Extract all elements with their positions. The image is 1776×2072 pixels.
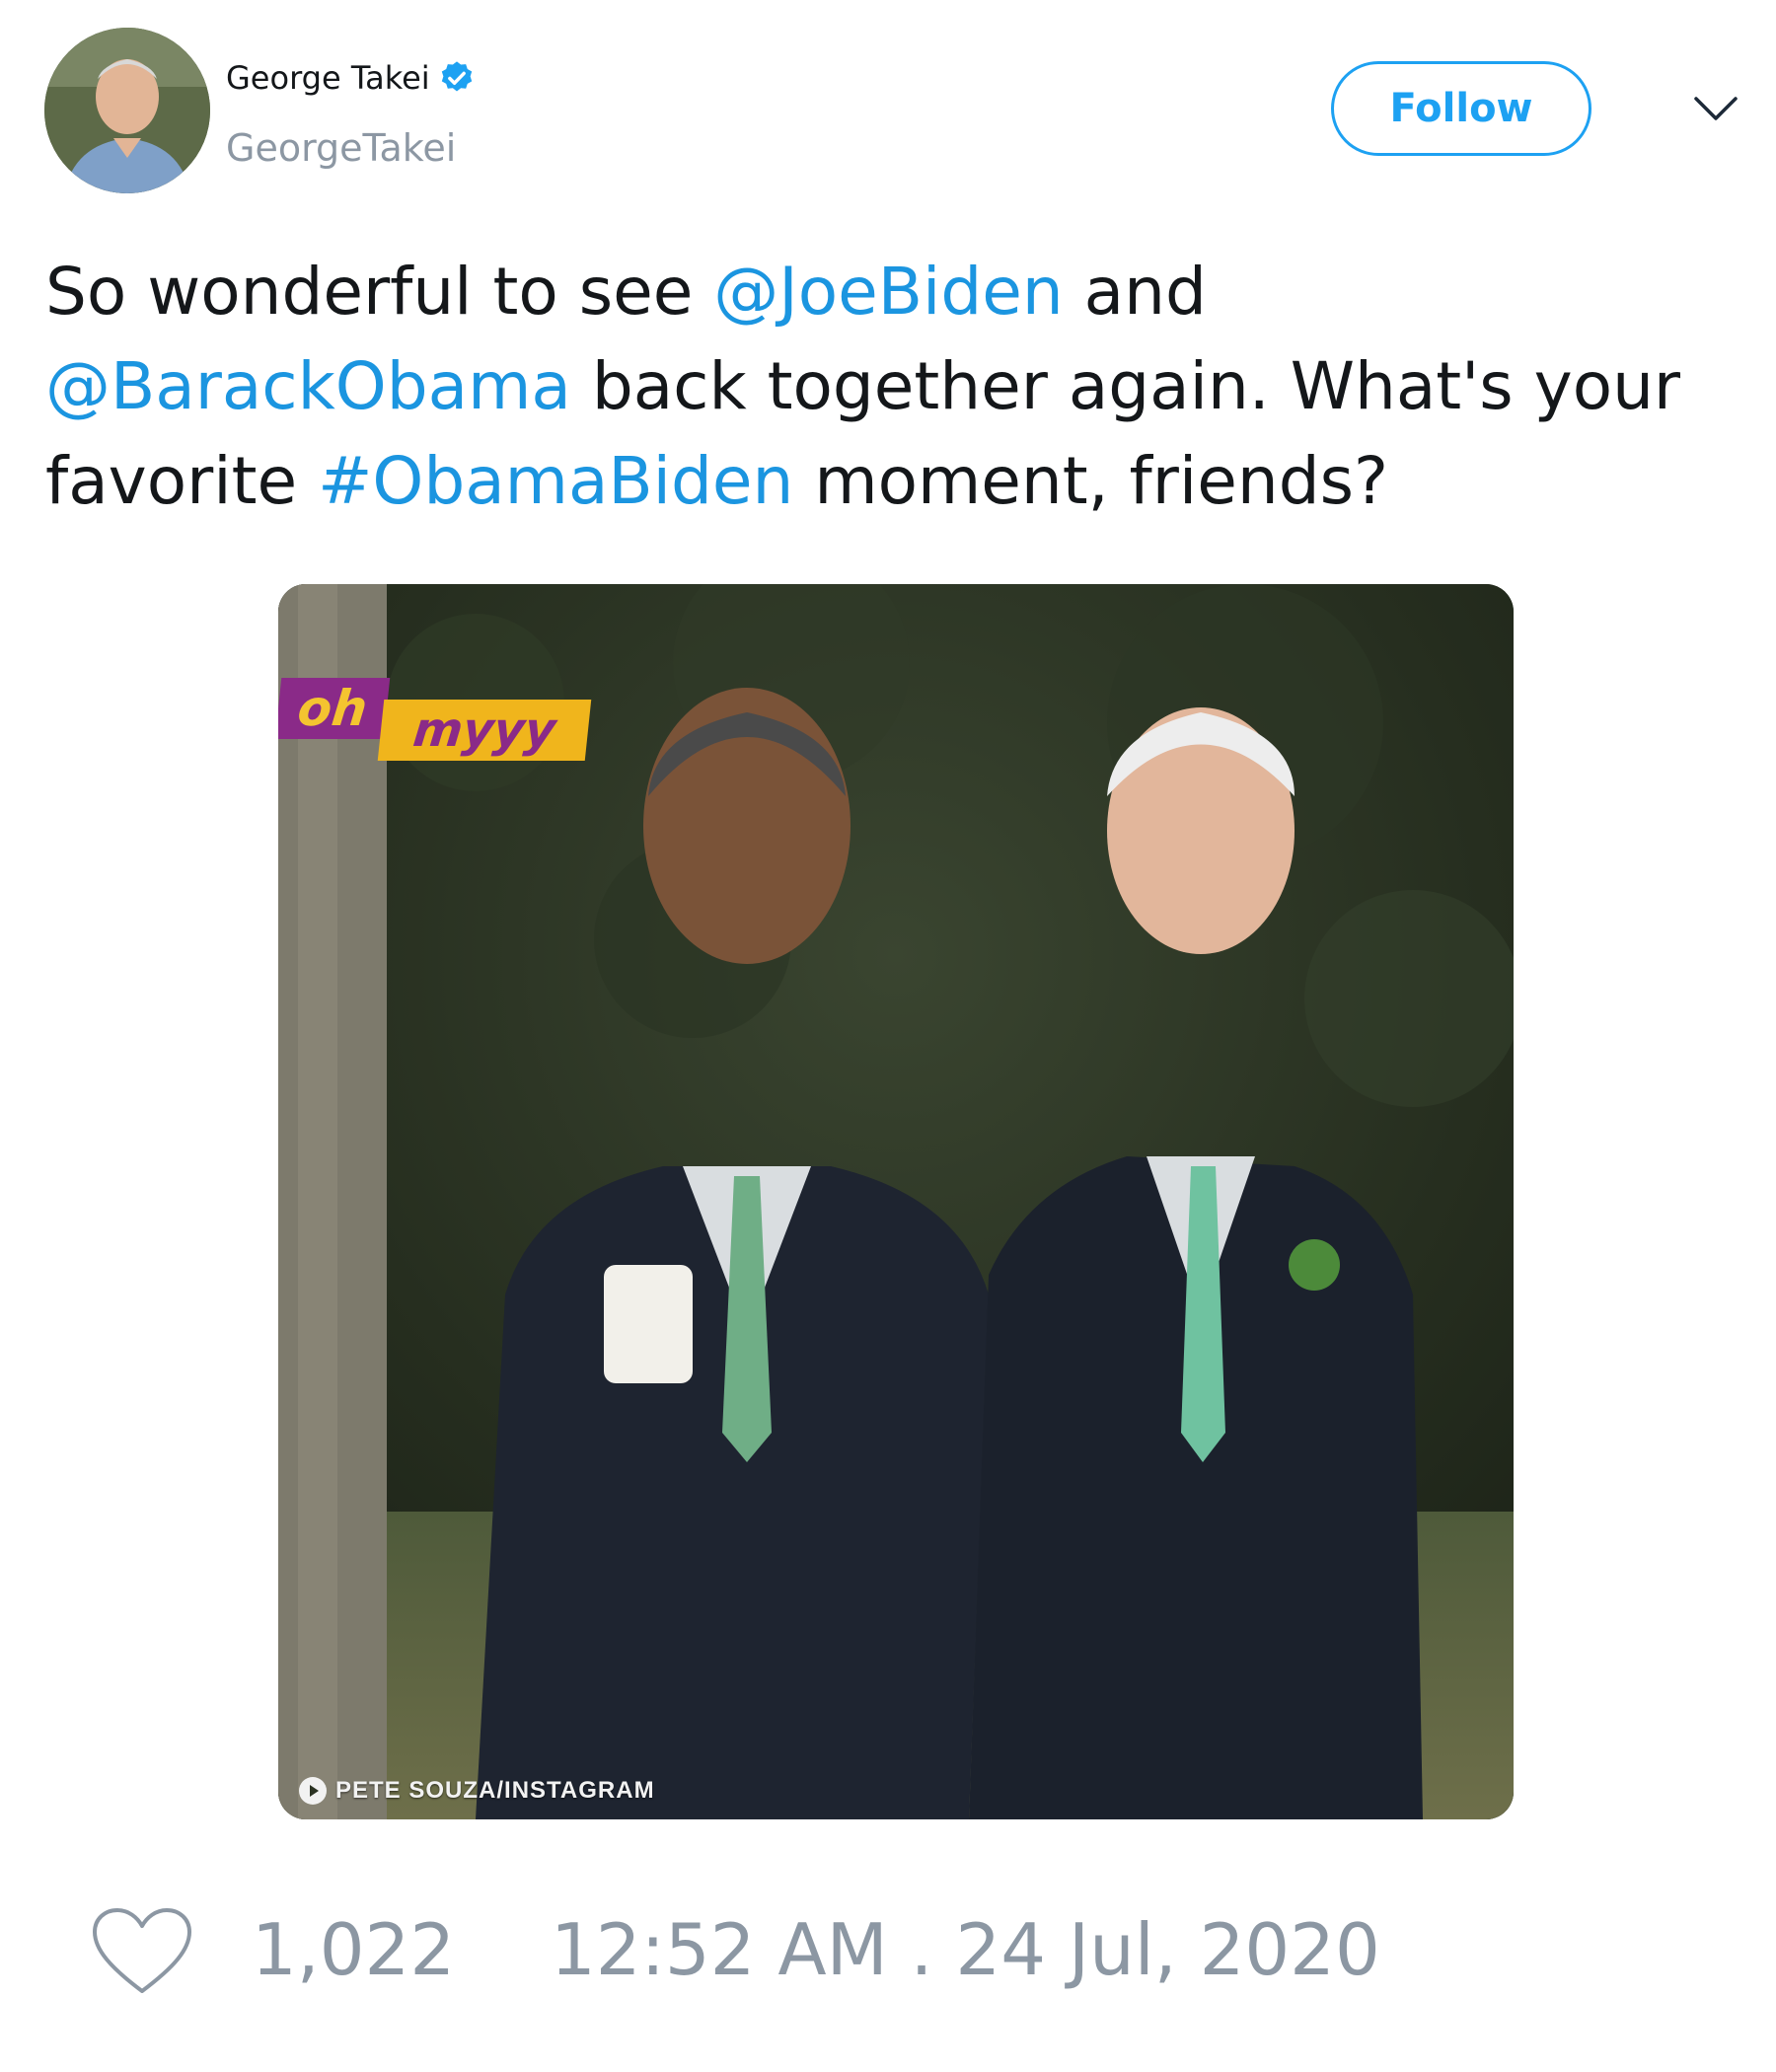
display-name[interactable]: George Takei: [226, 59, 430, 97]
avatar[interactable]: [44, 28, 210, 193]
tweet-text: So wonderful to see @JoeBiden and @Barac…: [45, 245, 1752, 529]
mention-barackobama[interactable]: @BarackObama: [45, 348, 571, 424]
tweet-text-segment: and: [1063, 254, 1207, 330]
like-count[interactable]: 1,022: [252, 1908, 455, 1991]
tweet-text-segment: So wonderful to see: [45, 254, 714, 330]
photo-credit-text: PETE SOUZA/INSTAGRAM: [335, 1777, 655, 1804]
verified-badge-icon: [441, 61, 472, 92]
tweet-timestamp[interactable]: 12:52 AM . 24 Jul, 2020: [551, 1908, 1380, 1991]
heart-icon[interactable]: [91, 1906, 193, 1997]
logo-oh: oh: [278, 678, 391, 739]
avatar-photo: [44, 28, 210, 193]
logo-myyy: myyy: [377, 700, 592, 761]
photo-credit: PETE SOUZA/INSTAGRAM: [298, 1776, 655, 1806]
tweet-media-video[interactable]: oh myyy PETE SOUZA/INSTAGRAM: [278, 584, 1514, 1819]
play-icon[interactable]: [298, 1776, 328, 1806]
name-row: George Takei: [226, 59, 476, 97]
user-handle[interactable]: GeorgeTakei: [226, 126, 456, 170]
hashtag-obamabiden[interactable]: #ObamaBiden: [318, 443, 793, 519]
tweet-header: George Takei GeorgeTakei Follow: [0, 0, 1776, 217]
ohmyyy-logo: oh myyy: [278, 678, 604, 777]
mention-joebiden[interactable]: @JoeBiden: [713, 254, 1063, 330]
follow-button[interactable]: Follow: [1331, 61, 1591, 156]
tweet-text-segment: moment, friends?: [793, 443, 1389, 519]
chevron-down-icon[interactable]: [1690, 89, 1741, 128]
